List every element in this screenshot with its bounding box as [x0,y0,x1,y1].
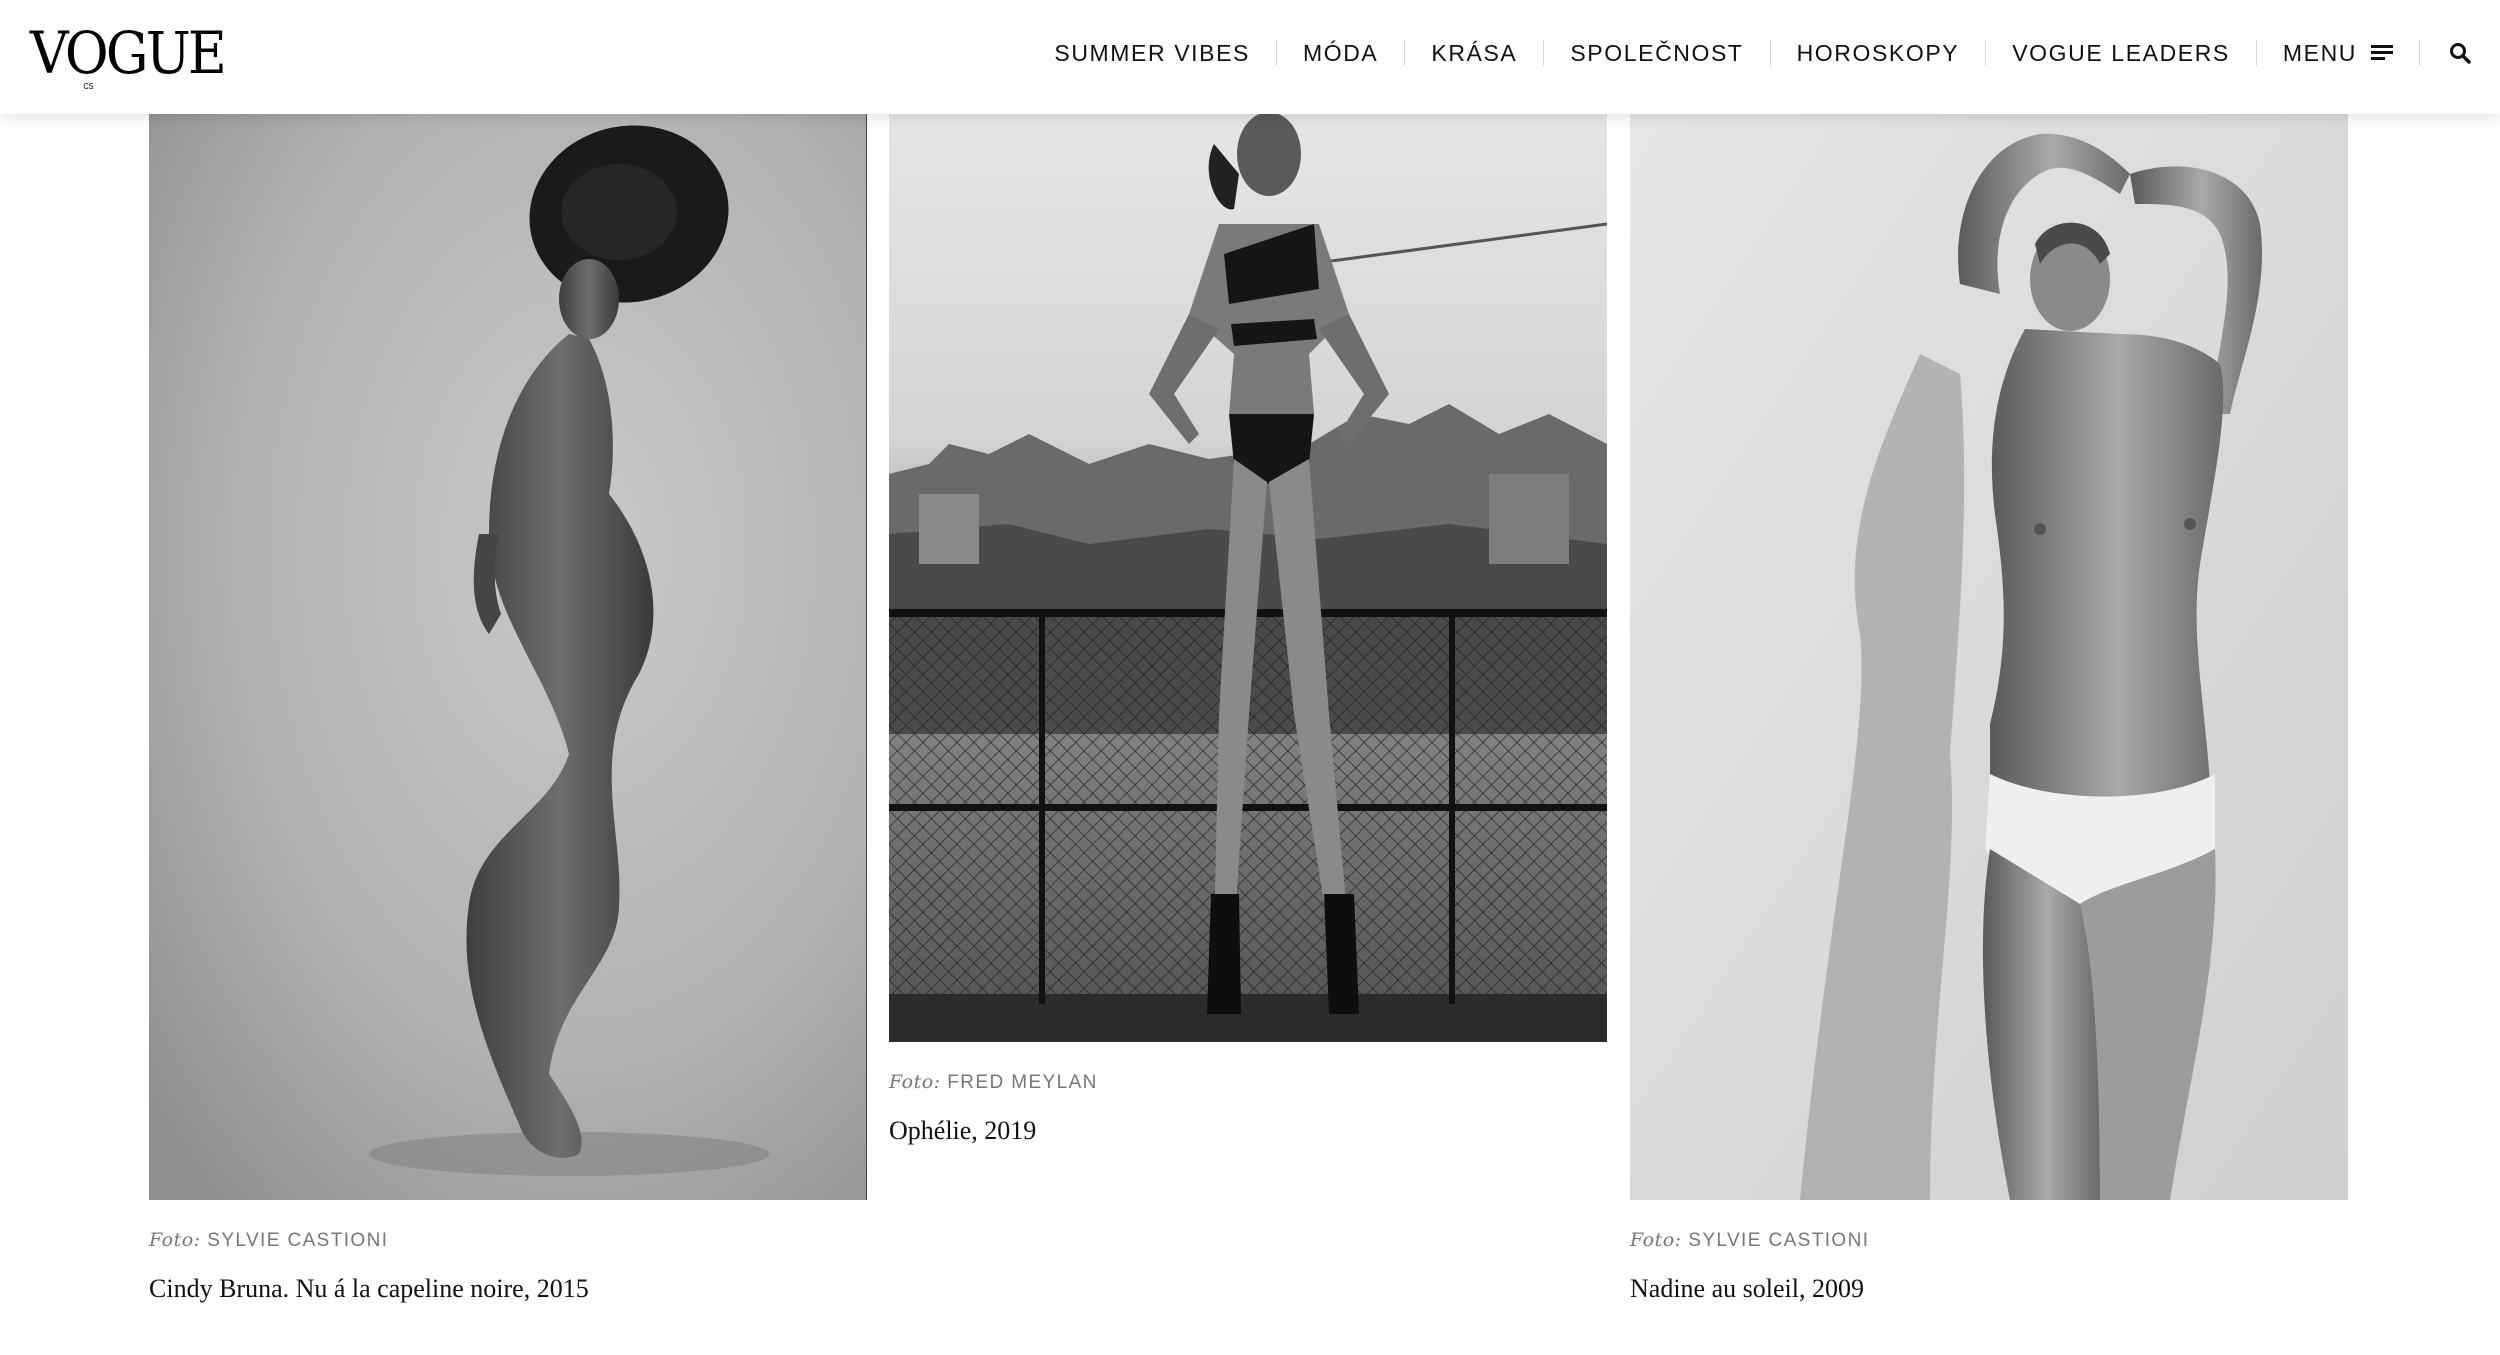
nav-spolecnost[interactable]: SPOLEČNOST [1544,30,1769,76]
credit-prefix: Foto: [149,1229,201,1251]
search-icon [2450,43,2471,64]
photographer-name[interactable]: FRED MEYLAN [947,1072,1098,1093]
nav-vogue-leaders[interactable]: VOGUE LEADERS [1986,30,2256,76]
photo-3-credit: Foto: SYLVIE CASTIONI [1630,1229,1869,1252]
photo-1-edge [866,114,867,1200]
photographer-name[interactable]: SYLVIE CASTIONI [207,1230,388,1251]
photo-2-image [889,114,1607,1042]
menu-label: MENU [2282,40,2357,66]
nav-moda[interactable]: MÓDA [1277,30,1404,76]
logo-edition: CS [83,82,94,91]
logo-text: VOGUE [30,19,227,87]
gallery-photo-3[interactable] [1630,114,2348,1200]
photo-1-credit: Foto: SYLVIE CASTIONI [149,1229,388,1252]
photo-1-caption: Cindy Bruna. Nu á la capeline noire, 201… [149,1274,589,1303]
main-nav: SUMMER VIBES MÓDA KRÁSA SPOLEČNOST HOROS… [1028,30,2500,76]
site-header: VOGUE CS SUMMER VIBES MÓDA KRÁSA SPOLEČN… [0,0,2500,114]
menu-button[interactable]: MENU [2257,30,2419,76]
photographer-name[interactable]: SYLVIE CASTIONI [1688,1230,1869,1251]
gallery-photo-1[interactable] [149,114,867,1200]
photo-2-caption: Ophélie, 2019 [889,1116,1037,1145]
gallery-photo-2[interactable] [889,114,1607,1042]
credit-prefix: Foto: [889,1071,941,1093]
vogue-logo[interactable]: VOGUE CS [30,18,227,91]
nav-horoskopy[interactable]: HOROSKOPY [1771,30,1986,76]
nav-summer-vibes[interactable]: SUMMER VIBES [1028,30,1276,76]
search-button[interactable] [2420,42,2500,64]
hamburger-icon [2371,45,2393,61]
photo-3-image [1630,114,2348,1200]
nav-krasa[interactable]: KRÁSA [1405,30,1543,76]
photo-3-caption: Nadine au soleil, 2009 [1630,1274,1864,1303]
photo-1-image [149,114,867,1200]
photo-2-credit: Foto: FRED MEYLAN [889,1071,1098,1094]
credit-prefix: Foto: [1630,1229,1682,1251]
